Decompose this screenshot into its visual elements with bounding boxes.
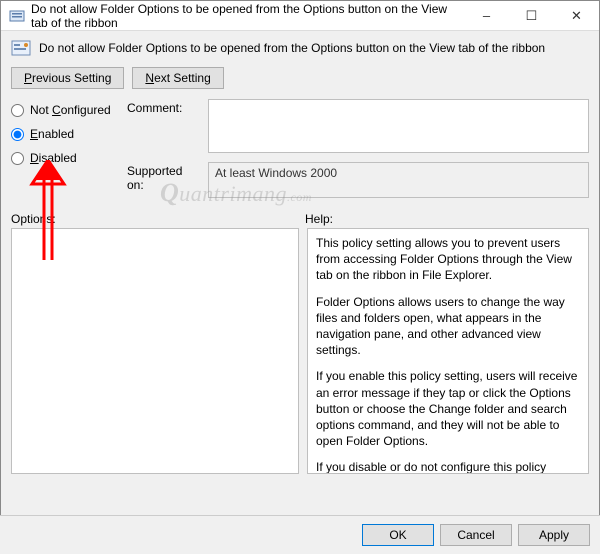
radio-enabled[interactable]: Enabled [11, 127, 121, 141]
help-p1: This policy setting allows you to preven… [316, 235, 580, 284]
help-label: Help: [305, 212, 589, 226]
titlebar: Do not allow Folder Options to be opened… [1, 1, 599, 31]
apply-button[interactable]: Apply [518, 524, 590, 546]
dialog-footer: OK Cancel Apply [0, 515, 600, 554]
cancel-button[interactable]: Cancel [440, 524, 512, 546]
supported-label: Supported on: [127, 162, 202, 192]
window-title: Do not allow Folder Options to be opened… [31, 2, 464, 30]
comment-label: Comment: [127, 99, 202, 115]
help-p3: If you enable this policy setting, users… [316, 368, 580, 449]
radio-enabled-input[interactable] [11, 128, 24, 141]
policy-header: Do not allow Folder Options to be opened… [11, 39, 589, 57]
previous-setting-button[interactable]: Previous Setting [11, 67, 124, 89]
ok-button[interactable]: OK [362, 524, 434, 546]
radio-not-configured[interactable]: Not Configured [11, 103, 121, 117]
options-panel [11, 228, 299, 474]
options-label: Options: [11, 212, 305, 226]
help-p4: If you disable or do not configure this … [316, 459, 580, 474]
radio-not-configured-input[interactable] [11, 104, 24, 117]
minimize-button[interactable]: – [464, 1, 509, 31]
close-button[interactable]: ✕ [554, 1, 599, 31]
policy-title: Do not allow Folder Options to be opened… [39, 41, 545, 55]
comment-textarea[interactable] [208, 99, 589, 153]
next-setting-button[interactable]: Next Setting [132, 67, 223, 89]
policy-icon [9, 8, 25, 24]
maximize-button[interactable]: ☐ [509, 1, 554, 31]
nav-buttons: Previous Setting Next Setting [11, 67, 589, 89]
content-area: Do not allow Folder Options to be opened… [1, 31, 599, 478]
help-panel: This policy setting allows you to preven… [307, 228, 589, 474]
supported-on-box: At least Windows 2000 [208, 162, 589, 198]
radio-disabled-input[interactable] [11, 152, 24, 165]
policy-header-icon [11, 39, 31, 57]
help-p2: Folder Options allows users to change th… [316, 294, 580, 359]
radio-disabled[interactable]: Disabled [11, 151, 121, 165]
state-radios: Not Configured Enabled Disabled [11, 99, 121, 175]
